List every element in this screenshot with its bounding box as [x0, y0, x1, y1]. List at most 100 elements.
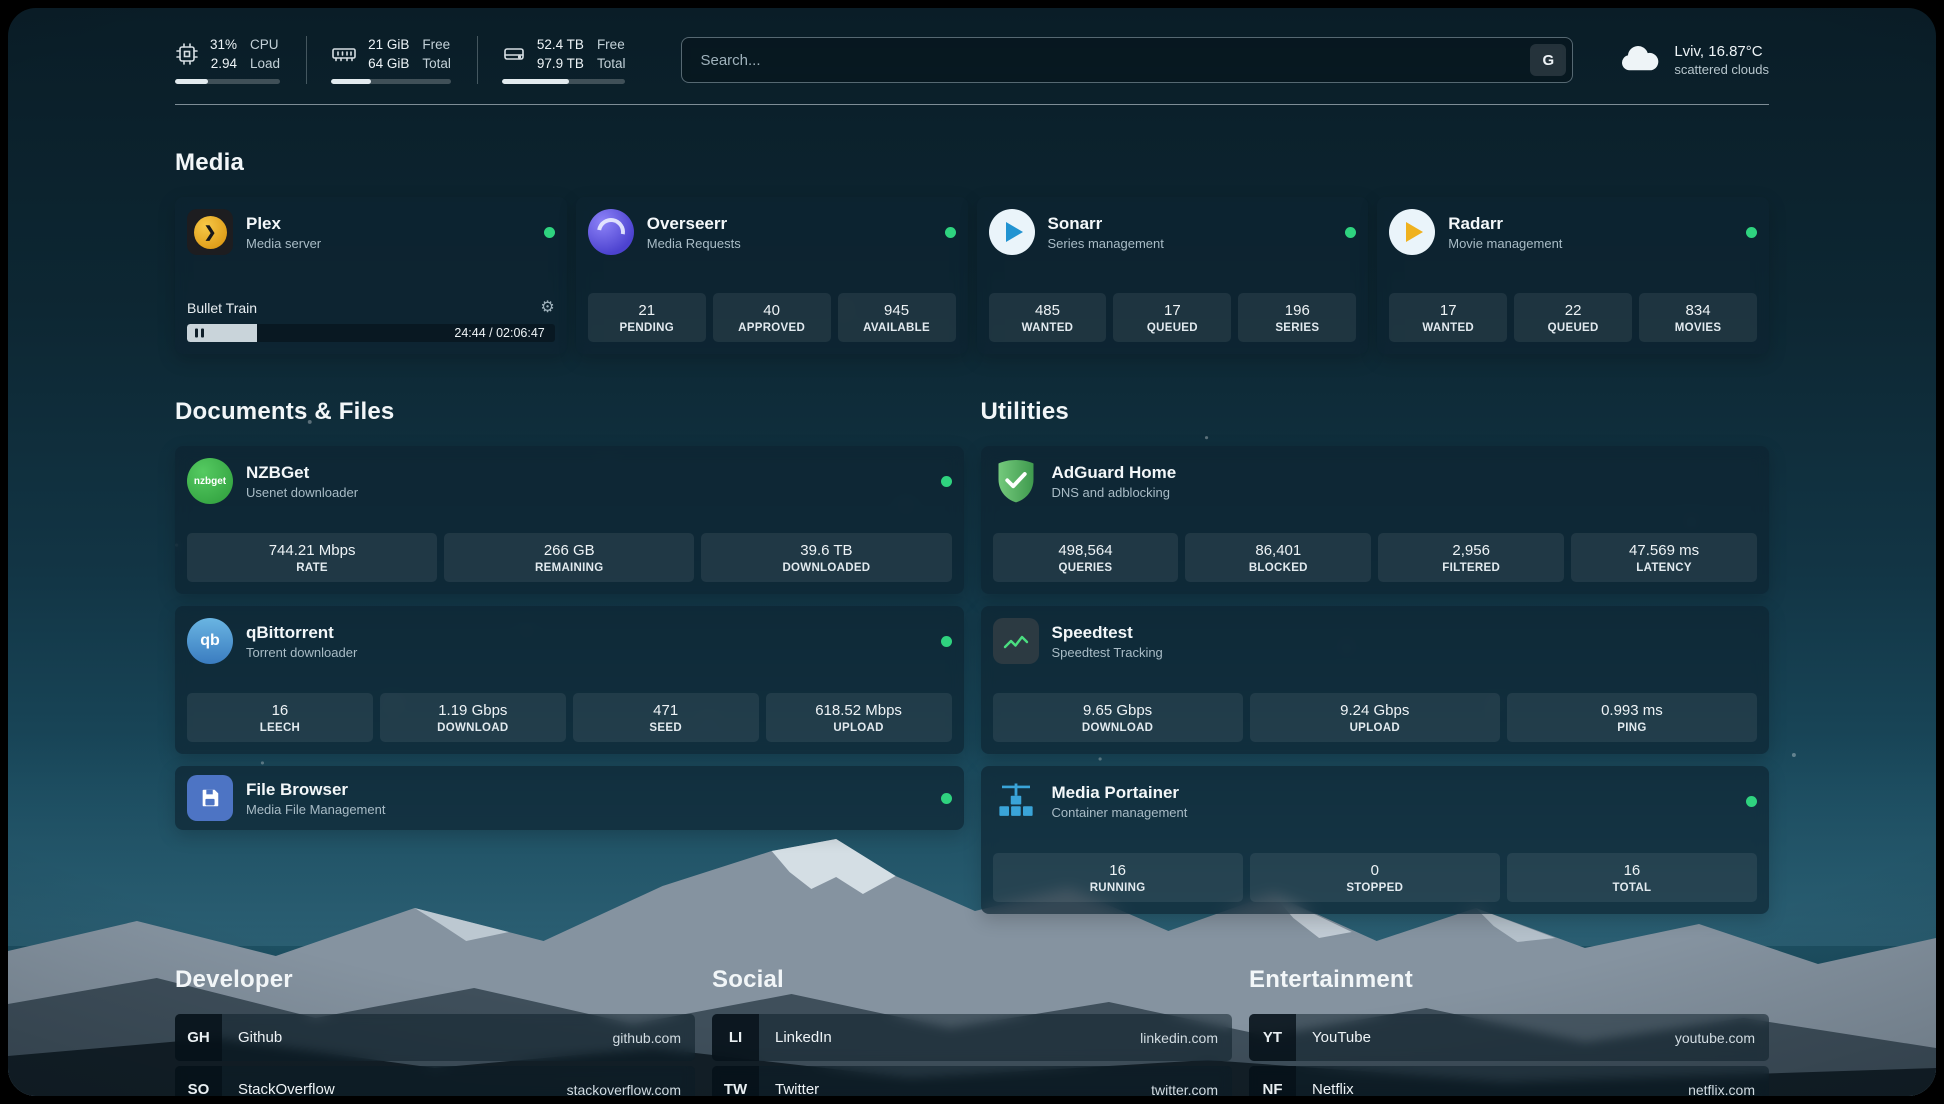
bookmark-linkedin[interactable]: LI LinkedIn linkedin.com	[712, 1014, 1232, 1061]
service-card-qbittorrent[interactable]: qb qBittorrent Torrent downloader 16	[175, 606, 964, 754]
bookmark-badge: LI	[712, 1014, 759, 1061]
bookmark-name: Netflix	[1312, 1081, 1354, 1096]
service-card-sonarr[interactable]: Sonarr Series management 485 WANTED	[977, 197, 1369, 354]
radarr-icon	[1389, 209, 1435, 255]
disk-free-label: Free	[597, 36, 626, 54]
stat-latency: 47.569 ms LATENCY	[1571, 533, 1757, 582]
service-name: Radarr	[1448, 214, 1562, 234]
memory-meter	[331, 79, 451, 84]
cpu-load-label: Load	[250, 55, 280, 73]
overseerr-icon	[588, 209, 634, 255]
cpu-stat: 31% CPU 2.94 Load	[175, 36, 307, 84]
stat-series: 196 SERIES	[1238, 293, 1356, 342]
stat-available: 945 AVAILABLE	[838, 293, 956, 342]
service-subtitle: Media File Management	[246, 802, 385, 817]
top-bar: 31% CPU 2.94 Load	[175, 36, 1769, 84]
stat-rate: 744.21 Mbps RATE	[187, 533, 437, 582]
bookmarks-developer: Developer GH Github github.com SO StackO…	[175, 966, 695, 1096]
bookmark-name: LinkedIn	[775, 1029, 832, 1046]
service-card-portainer[interactable]: Media Portainer Container management 16 …	[981, 766, 1770, 914]
playback-progress-bar[interactable]: 24:44 / 02:06:47	[187, 324, 555, 342]
service-subtitle: Series management	[1048, 236, 1164, 251]
bookmarks-entertainment: Entertainment YT YouTube youtube.com NF …	[1249, 966, 1769, 1096]
service-subtitle: Speedtest Tracking	[1052, 645, 1163, 660]
search-input[interactable]	[698, 51, 1530, 70]
bookmark-stackoverflow[interactable]: SO StackOverflow stackoverflow.com	[175, 1066, 695, 1096]
service-subtitle: Movie management	[1448, 236, 1562, 251]
stat-upload: 618.52 Mbps UPLOAD	[766, 693, 952, 742]
bookmark-badge: YT	[1249, 1014, 1296, 1061]
stat-seed: 471 SEED	[573, 693, 759, 742]
disk-free-value: 52.4 TB	[537, 36, 584, 54]
memory-free-label: Free	[422, 36, 451, 54]
disk-icon	[502, 42, 526, 66]
memory-stat: 21 GiB Free 64 GiB Total	[331, 36, 478, 84]
memory-total-value: 64 GiB	[368, 55, 409, 73]
cpu-load-value: 2.94	[210, 55, 237, 73]
service-card-nzbget[interactable]: nzbget NZBGet Usenet downloader 744.21 M…	[175, 446, 964, 594]
search-bar[interactable]: G	[681, 37, 1573, 83]
service-name: Media Portainer	[1052, 783, 1188, 803]
search-provider-button[interactable]: G	[1530, 44, 1566, 76]
service-subtitle: Container management	[1052, 805, 1188, 820]
pause-icon[interactable]	[195, 329, 204, 338]
topbar-divider	[175, 104, 1769, 105]
stat-running: 16 RUNNING	[993, 853, 1243, 902]
service-card-speedtest[interactable]: Speedtest Speedtest Tracking 9.65 Gbps D…	[981, 606, 1770, 754]
sonarr-icon	[989, 209, 1035, 255]
status-dot	[544, 227, 555, 238]
service-card-radarr[interactable]: Radarr Movie management 17 WANTED 2	[1377, 197, 1769, 354]
portainer-icon	[993, 778, 1039, 824]
bookmark-netflix[interactable]: NF Netflix netflix.com	[1249, 1066, 1769, 1096]
bookmark-domain: netflix.com	[1688, 1082, 1755, 1096]
service-card-adguard[interactable]: AdGuard Home DNS and adblocking 498,564 …	[981, 446, 1770, 594]
disk-meter	[502, 79, 626, 84]
stat-wanted: 17 WANTED	[1389, 293, 1507, 342]
now-playing-title: Bullet Train	[187, 300, 257, 316]
bookmark-github[interactable]: GH Github github.com	[175, 1014, 695, 1061]
service-card-overseerr[interactable]: Overseerr Media Requests 21 PENDING	[576, 197, 968, 354]
service-name: AdGuard Home	[1052, 463, 1177, 483]
stat-approved: 40 APPROVED	[713, 293, 831, 342]
service-name: Plex	[246, 214, 321, 234]
status-dot	[945, 227, 956, 238]
disk-stat: 52.4 TB Free 97.9 TB Total	[502, 36, 626, 84]
dashboard: 31% CPU 2.94 Load	[8, 8, 1936, 1096]
service-card-filebrowser[interactable]: File Browser Media File Management	[175, 766, 964, 830]
bookmark-twitter[interactable]: TW Twitter twitter.com	[712, 1066, 1232, 1096]
screen-frame: 31% CPU 2.94 Load	[0, 0, 1944, 1104]
bookmark-badge: TW	[712, 1066, 759, 1096]
bookmark-name: StackOverflow	[238, 1081, 335, 1096]
service-subtitle: Media server	[246, 236, 321, 251]
weather-condition: scattered clouds	[1674, 62, 1769, 77]
plex-icon: ❯	[187, 209, 233, 255]
service-card-plex[interactable]: ❯ Plex Media server Bullet Train ⚙	[175, 197, 567, 354]
status-dot	[1746, 227, 1757, 238]
disk-total-label: Total	[597, 55, 626, 73]
plex-now-playing: Bullet Train ⚙ 24:44 / 02:06:47	[187, 290, 555, 342]
service-name: File Browser	[246, 780, 385, 800]
service-name: Sonarr	[1048, 214, 1164, 234]
developer-heading: Developer	[175, 966, 695, 994]
service-subtitle: DNS and adblocking	[1052, 485, 1177, 500]
bookmark-youtube[interactable]: YT YouTube youtube.com	[1249, 1014, 1769, 1061]
entertainment-heading: Entertainment	[1249, 966, 1769, 994]
bookmark-name: Twitter	[775, 1081, 819, 1096]
stat-download: 1.19 Gbps DOWNLOAD	[380, 693, 566, 742]
weather-widget[interactable]: Lviv, 16.87°C scattered clouds	[1619, 42, 1769, 79]
stat-leech: 16 LEECH	[187, 693, 373, 742]
service-name: qBittorrent	[246, 623, 357, 643]
bookmark-name: Github	[238, 1029, 282, 1046]
bookmark-badge: SO	[175, 1066, 222, 1096]
stat-ping: 0.993 ms PING	[1507, 693, 1757, 742]
system-stats: 31% CPU 2.94 Load	[175, 36, 625, 84]
stat-download: 9.65 Gbps DOWNLOAD	[993, 693, 1243, 742]
status-dot	[941, 793, 952, 804]
gear-icon[interactable]: ⚙	[540, 300, 554, 316]
memory-icon	[331, 42, 357, 66]
cpu-icon	[175, 42, 199, 66]
bookmark-domain: youtube.com	[1675, 1030, 1755, 1046]
social-heading: Social	[712, 966, 1232, 994]
filebrowser-icon	[187, 775, 233, 821]
stat-queries: 498,564 QUERIES	[993, 533, 1179, 582]
